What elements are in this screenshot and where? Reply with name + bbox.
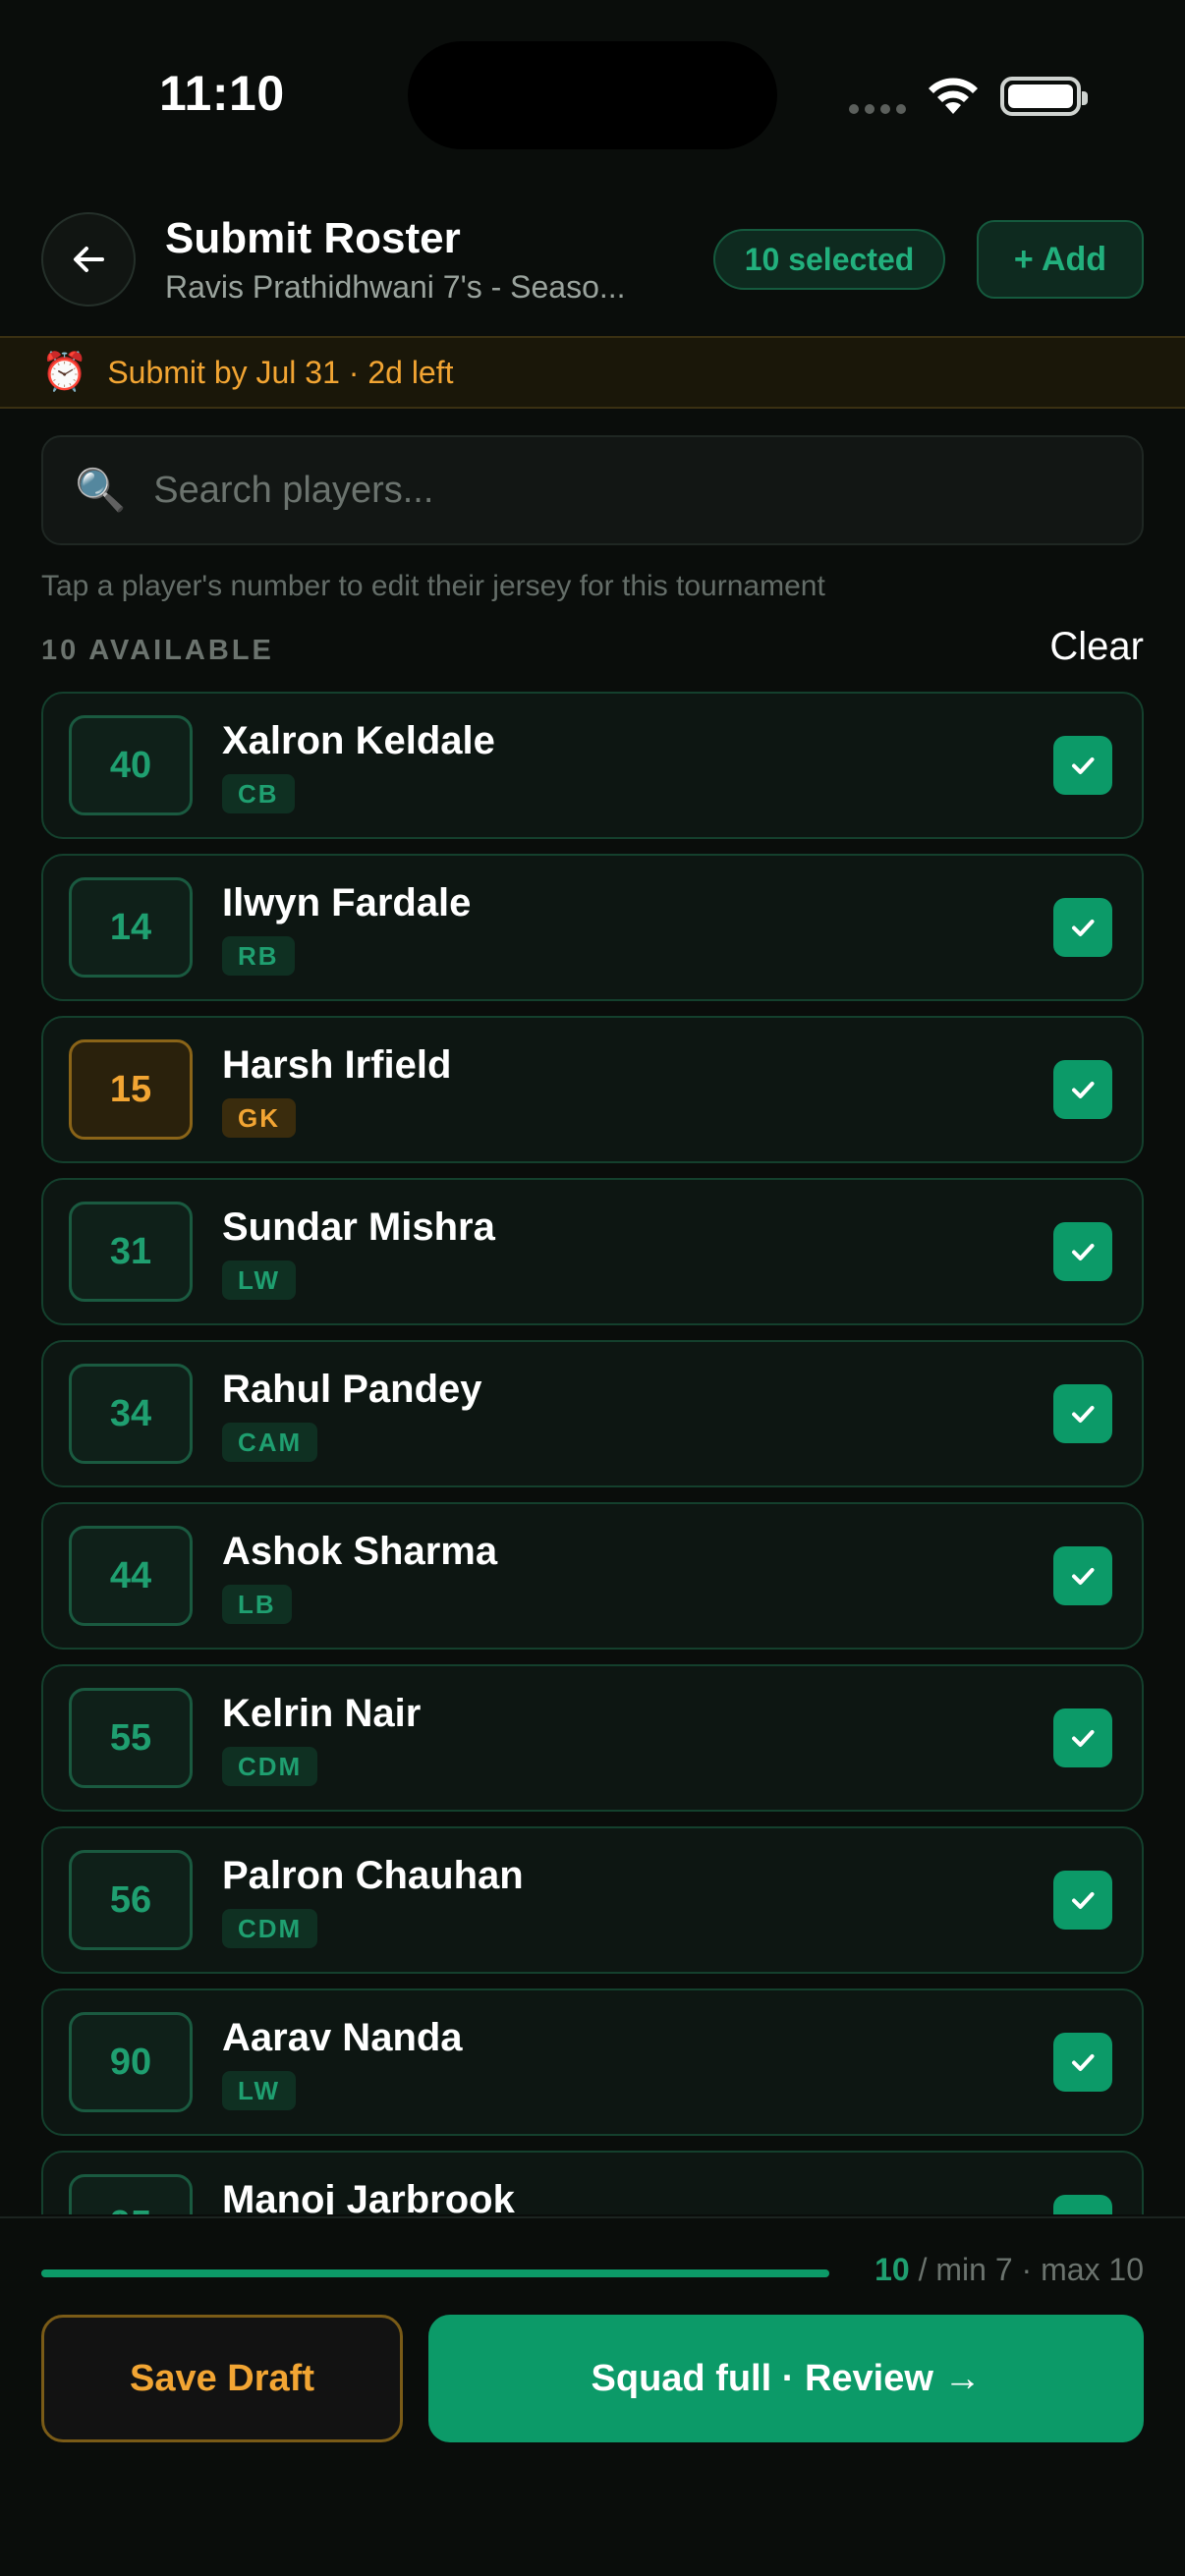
search-input[interactable] — [153, 469, 1142, 512]
squad-progress-fill — [41, 2269, 829, 2277]
player-name: Palron Chauhan — [222, 1854, 524, 1897]
checkmark-icon — [1072, 1406, 1095, 1423]
clear-button[interactable]: Clear — [1049, 625, 1144, 669]
select-checkbox[interactable] — [1053, 1871, 1112, 1930]
checkmark-icon — [1067, 2209, 1099, 2214]
squad-limits: / min 7 · max 10 — [909, 2252, 1144, 2287]
player-row[interactable]: 40 Xalron Keldale CB — [41, 692, 1144, 839]
arrow-left-icon — [74, 247, 104, 272]
position-badge: RB — [222, 936, 295, 976]
select-checkbox[interactable] — [1053, 1222, 1112, 1281]
search-icon: 🔍 — [75, 467, 127, 513]
player-row[interactable]: 14 Ilwyn Fardale RB — [41, 854, 1144, 1001]
player-row[interactable]: 34 Rahul Pandey CAM — [41, 1340, 1144, 1487]
checkmark-icon — [1072, 757, 1095, 774]
jersey-number-button[interactable]: 40 — [69, 715, 193, 815]
wifi-icon — [929, 78, 978, 114]
back-button[interactable] — [41, 212, 136, 307]
select-checkbox[interactable] — [1053, 1384, 1112, 1443]
select-checkbox[interactable] — [1053, 898, 1112, 957]
player-name: Aarav Nanda — [222, 2016, 463, 2059]
select-checkbox[interactable] — [1053, 1546, 1112, 1605]
position-badge: LW — [222, 1260, 296, 1300]
footer: 10 / min 7 · max 10 Save Draft Squad ful… — [0, 2216, 1185, 2576]
player-row[interactable]: 55 Kelrin Nair CDM — [41, 1664, 1144, 1812]
select-checkbox[interactable] — [1053, 1708, 1112, 1767]
player-row[interactable]: 15 Harsh Irfield GK — [41, 1016, 1144, 1163]
checkmark-icon — [1072, 1730, 1095, 1747]
jersey-number-button[interactable]: 95 — [69, 2174, 193, 2214]
select-checkbox[interactable] — [1053, 2195, 1112, 2214]
status-time: 11:10 — [159, 66, 285, 121]
player-name: Ilwyn Fardale — [222, 881, 472, 924]
position-badge: LW — [222, 2071, 296, 2110]
status-bar: 11:10 — [0, 0, 1185, 187]
checkmark-icon — [1072, 1892, 1095, 1909]
deadline-banner: ⏰ Submit by Jul 31 · 2d left — [0, 336, 1185, 409]
position-badge: CDM — [222, 1747, 318, 1786]
player-row[interactable]: 95 Manoj Jarbrook — [41, 2151, 1144, 2214]
position-badge: LB — [222, 1585, 292, 1624]
player-name: Ashok Sharma — [222, 1530, 498, 1573]
checkmark-icon — [1072, 2054, 1095, 2071]
player-row[interactable]: 90 Aarav Nanda LW — [41, 1988, 1144, 2136]
jersey-number-button[interactable]: 44 — [69, 1526, 193, 1626]
squad-count: 10 — [875, 2252, 910, 2287]
save-draft-button[interactable]: Save Draft — [41, 2315, 403, 2442]
alarm-clock-icon: ⏰ — [41, 352, 88, 393]
select-checkbox[interactable] — [1053, 1060, 1112, 1119]
page-title: Submit Roster — [165, 214, 461, 262]
cellular-signal-icon — [849, 104, 906, 114]
jersey-edit-hint: Tap a player's number to edit their jers… — [41, 570, 825, 602]
available-count-label: 10 AVAILABLE — [41, 635, 274, 666]
player-row[interactable]: 56 Palron Chauhan CDM — [41, 1826, 1144, 1974]
tournament-subtitle: Ravis Prathidhwani 7's - Seaso... — [165, 269, 626, 305]
player-row[interactable]: 44 Ashok Sharma LB — [41, 1502, 1144, 1650]
player-list[interactable]: 40 Xalron Keldale CB 14 Ilwyn Fardale RB 15 Har… — [41, 692, 1144, 2214]
position-badge: CB — [222, 774, 295, 813]
checkmark-icon — [1072, 1568, 1095, 1585]
player-name: Xalron Keldale — [222, 719, 495, 762]
player-name: Rahul Pandey — [222, 1368, 482, 1411]
select-checkbox[interactable] — [1053, 2033, 1112, 2092]
jersey-number-button[interactable]: 56 — [69, 1850, 193, 1950]
squad-progress-bar — [41, 2269, 829, 2277]
player-name: Kelrin Nair — [222, 1692, 422, 1735]
position-badge: CDM — [222, 1909, 318, 1948]
select-checkbox[interactable] — [1053, 736, 1112, 795]
add-player-button[interactable]: + Add — [977, 220, 1144, 299]
deadline-text: Submit by Jul 31 · 2d left — [107, 354, 454, 390]
position-badge: CAM — [222, 1423, 318, 1462]
jersey-number-button[interactable]: 90 — [69, 2012, 193, 2112]
checkmark-icon — [1072, 1082, 1095, 1098]
squad-count-text: 10 / min 7 · max 10 — [875, 2252, 1144, 2288]
player-name: Manoj Jarbrook — [222, 2178, 515, 2214]
jersey-number-button[interactable]: 14 — [69, 877, 193, 978]
selected-count-badge: 10 selected — [713, 229, 945, 290]
checkmark-icon — [1072, 920, 1095, 936]
jersey-number-button[interactable]: 55 — [69, 1688, 193, 1788]
search-box[interactable]: 🔍 — [41, 435, 1144, 545]
player-name: Harsh Irfield — [222, 1043, 452, 1087]
jersey-number-button[interactable]: 34 — [69, 1364, 193, 1464]
position-badge: GK — [222, 1098, 296, 1138]
jersey-number-button[interactable]: 15 — [69, 1039, 193, 1140]
player-name: Sundar Mishra — [222, 1205, 495, 1249]
review-button[interactable]: Squad full · Review → — [428, 2315, 1144, 2442]
header: Submit Roster Ravis Prathidhwani 7's - S… — [0, 196, 1185, 334]
jersey-number-button[interactable]: 31 — [69, 1202, 193, 1302]
player-row[interactable]: 31 Sundar Mishra LW — [41, 1178, 1144, 1325]
dynamic-island — [408, 41, 777, 149]
checkmark-icon — [1072, 1244, 1095, 1260]
battery-icon — [1000, 77, 1088, 116]
